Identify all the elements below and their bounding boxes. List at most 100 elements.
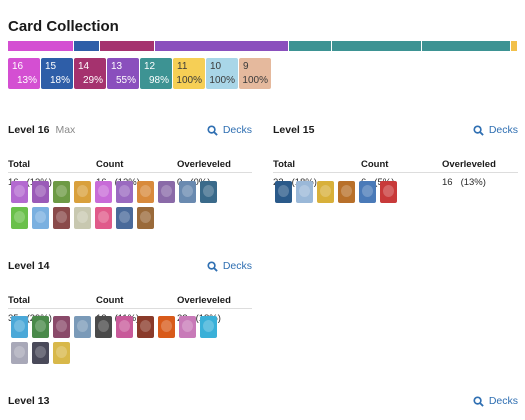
card-icon[interactable] (74, 207, 91, 229)
section-title: Level 16 Max (8, 124, 76, 136)
chip-level: 13 (111, 61, 123, 72)
card-icon[interactable] (11, 316, 28, 338)
card-icon[interactable] (158, 316, 175, 338)
chip-level: 12 (144, 61, 156, 72)
chip-percent: 13% (16, 75, 37, 86)
card-icon[interactable] (179, 181, 196, 203)
card-icon[interactable] (137, 316, 154, 338)
card-icon[interactable] (53, 342, 70, 364)
card-icon[interactable] (200, 181, 217, 203)
chip-percent: 100% (176, 75, 202, 86)
card-icon[interactable] (179, 316, 196, 338)
bar-segment (421, 41, 512, 51)
card-icon[interactable] (11, 181, 28, 203)
chip-level: 16 (12, 61, 24, 72)
card-icon[interactable] (338, 181, 355, 203)
count-header: Count (361, 159, 389, 170)
chip-level: 9 (243, 61, 249, 72)
level-distribution-bar (8, 41, 518, 51)
card-icon[interactable] (95, 181, 112, 203)
level-chip-10[interactable]: 10 100% (206, 58, 238, 89)
card-icon[interactable] (11, 207, 28, 229)
page-title: Card Collection (8, 18, 119, 35)
total-header: Total (273, 159, 295, 170)
card-grid (11, 181, 241, 233)
card-icon[interactable] (158, 181, 175, 203)
chip-level: 14 (78, 61, 90, 72)
chip-level: 11 (177, 61, 188, 72)
max-label: Max (55, 124, 76, 136)
overleveled-header: Overleveled (442, 159, 496, 170)
card-icon[interactable] (53, 181, 70, 203)
card-icon[interactable] (74, 316, 91, 338)
chip-percent: 98% (148, 75, 169, 86)
card-icon[interactable] (53, 316, 70, 338)
chip-level: 10 (210, 61, 222, 72)
divider (8, 172, 252, 173)
section-title: Level 13 (8, 395, 50, 407)
count-header: Count (96, 159, 124, 170)
bar-segment (8, 41, 75, 51)
total-header: Total (8, 159, 30, 170)
level-chip-row: 16 13% 15 18% 14 29% 13 55% 12 98% 11 100% 10 100% 9 10… (8, 58, 272, 89)
card-icon[interactable] (53, 207, 70, 229)
card-icon[interactable] (32, 207, 49, 229)
decks-link[interactable]: Decks (207, 124, 252, 136)
bar-segment (154, 41, 289, 51)
overleveled-header: Overleveled (177, 159, 231, 170)
level-chip-16[interactable]: 16 13% (8, 58, 40, 89)
card-icon[interactable] (317, 181, 334, 203)
card-icon[interactable] (200, 316, 217, 338)
level-chip-12[interactable]: 12 98% (140, 58, 172, 89)
card-icon[interactable] (11, 342, 28, 364)
card-icon[interactable] (116, 316, 133, 338)
card-grid (11, 316, 241, 368)
search-icon (473, 124, 484, 136)
card-icon[interactable] (137, 181, 154, 203)
chip-percent: 55% (115, 75, 136, 86)
total-header: Total (8, 295, 30, 306)
section-title: Level 14 (8, 260, 50, 272)
level-chip-9[interactable]: 9 100% (239, 58, 271, 89)
card-icon[interactable] (380, 181, 397, 203)
card-grid (275, 181, 505, 207)
count-header: Count (96, 295, 124, 306)
chip-level: 15 (45, 61, 57, 72)
section-level-16: Level 16 Max Decks Total Count Overlevele… (8, 124, 252, 229)
decks-link[interactable]: Decks (207, 260, 252, 272)
card-icon[interactable] (32, 342, 49, 364)
decks-link[interactable]: Decks (473, 395, 518, 407)
card-icon[interactable] (116, 207, 133, 229)
bar-segment (511, 41, 518, 51)
section-level-13: Level 13 Decks (8, 395, 518, 411)
bar-segment (289, 41, 332, 51)
chip-percent: 18% (49, 75, 70, 86)
card-icon[interactable] (359, 181, 376, 203)
card-icon[interactable] (95, 316, 112, 338)
card-icon[interactable] (32, 181, 49, 203)
level-chip-13[interactable]: 13 55% (107, 58, 139, 89)
overleveled-header: Overleveled (177, 295, 231, 306)
section-title: Level 15 (273, 124, 315, 136)
card-icon[interactable] (275, 181, 292, 203)
card-icon[interactable] (74, 181, 91, 203)
card-icon[interactable] (116, 181, 133, 203)
search-icon (473, 395, 484, 407)
card-icon[interactable] (296, 181, 313, 203)
chip-percent: 100% (242, 75, 268, 86)
bar-segment (331, 41, 422, 51)
bar-segment (99, 41, 155, 51)
section-level-14: Level 14 Decks Total Count Overleveled 3… (8, 260, 252, 364)
card-icon[interactable] (137, 207, 154, 229)
divider (8, 308, 252, 309)
level-chip-15[interactable]: 15 18% (41, 58, 73, 89)
search-icon (207, 124, 218, 136)
level-chip-11[interactable]: 11 100% (173, 58, 205, 89)
search-icon (207, 260, 218, 272)
level-chip-14[interactable]: 14 29% (74, 58, 106, 89)
card-icon[interactable] (95, 207, 112, 229)
card-icon[interactable] (32, 316, 49, 338)
decks-link[interactable]: Decks (473, 124, 518, 136)
chip-percent: 100% (209, 75, 235, 86)
section-level-15: Level 15 Decks Total Count Overleveled 2… (273, 124, 518, 203)
